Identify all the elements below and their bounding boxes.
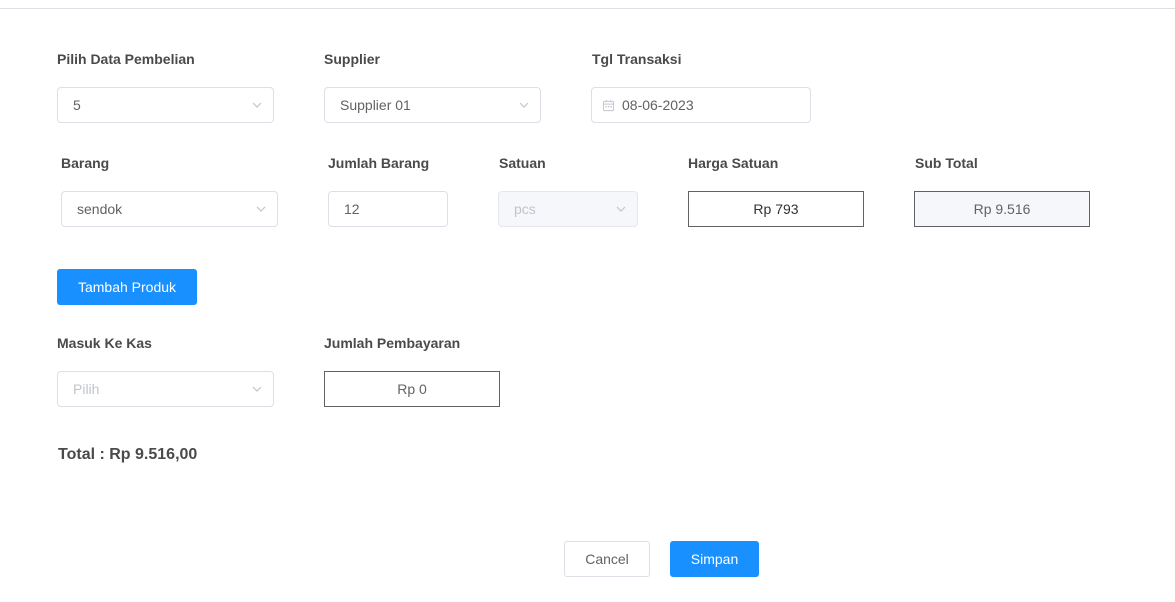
barang-label: Barang — [61, 155, 110, 171]
tambah-produk-button[interactable]: Tambah Produk — [57, 269, 197, 305]
harga-satuan-input[interactable]: Rp 793 — [688, 191, 864, 227]
pembelian-select[interactable]: 5 — [57, 87, 274, 123]
cancel-button[interactable]: Cancel — [564, 541, 650, 577]
chevron-down-icon — [241, 88, 273, 122]
harga-satuan-label: Harga Satuan — [688, 155, 779, 171]
tgl-transaksi-label: Tgl Transaksi — [592, 51, 682, 67]
satuan-select: pcs — [498, 191, 638, 227]
pembelian-label: Pilih Data Pembelian — [57, 51, 195, 67]
sub-total-field: Rp 9.516 — [914, 191, 1090, 227]
jumlah-barang-input[interactable]: 12 — [328, 191, 448, 227]
calendar-icon — [602, 98, 616, 112]
chevron-down-icon — [605, 192, 637, 226]
masuk-ke-kas-select[interactable]: Pilih — [57, 371, 274, 407]
pembelian-value: 5 — [73, 97, 81, 113]
sub-total-label: Sub Total — [915, 155, 978, 171]
jumlah-barang-value: 12 — [344, 201, 360, 217]
tgl-transaksi-value: 08-06-2023 — [622, 97, 694, 113]
jumlah-pembayaran-label: Jumlah Pembayaran — [324, 335, 461, 351]
supplier-select[interactable]: Supplier 01 — [324, 87, 541, 123]
barang-value: sendok — [77, 201, 123, 217]
barang-select[interactable]: sendok — [61, 191, 278, 227]
supplier-label: Supplier — [324, 51, 381, 67]
satuan-label: Satuan — [499, 155, 546, 171]
chevron-down-icon — [241, 372, 273, 406]
satuan-value: pcs — [514, 201, 536, 217]
total-text: Total : Rp 9.516,00 — [58, 446, 198, 463]
jumlah-barang-label: Jumlah Barang — [328, 155, 430, 171]
supplier-value: Supplier 01 — [340, 97, 411, 113]
chevron-down-icon — [508, 88, 540, 122]
masuk-ke-kas-placeholder: Pilih — [73, 381, 100, 397]
dialog-divider — [0, 8, 1175, 9]
tgl-transaksi-picker[interactable]: 08-06-2023 — [591, 87, 811, 123]
chevron-down-icon — [245, 192, 277, 226]
jumlah-pembayaran-input[interactable]: Rp 0 — [324, 371, 500, 407]
masuk-ke-kas-label: Masuk Ke Kas — [57, 335, 152, 351]
simpan-button[interactable]: Simpan — [670, 541, 759, 577]
